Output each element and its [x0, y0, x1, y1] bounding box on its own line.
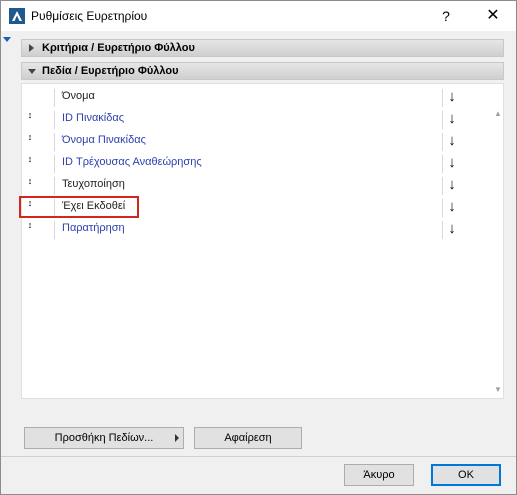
panel-toggle-arrow-icon[interactable]	[3, 37, 11, 42]
field-row[interactable]: ↕ Τευχοποίηση ↓	[22, 174, 488, 196]
column-divider	[54, 221, 55, 239]
criteria-section-label: Κριτήρια / Ευρετήριο Φύλλου	[42, 42, 195, 54]
window-title: Ρυθμίσεις Ευρετηρίου	[31, 9, 148, 23]
column-divider	[442, 133, 443, 151]
column-divider	[442, 155, 443, 173]
close-button[interactable]: ✕	[473, 5, 513, 27]
fields-section-header[interactable]: Πεδία / Ευρετήριο Φύλλου	[21, 62, 504, 80]
archicad-app-icon	[9, 8, 25, 24]
ok-button[interactable]: OK	[431, 464, 501, 486]
column-divider	[54, 111, 55, 129]
drag-handle-icon[interactable]: ↕	[25, 155, 35, 170]
sort-order-icon[interactable]: ↓	[444, 152, 460, 174]
fields-section-label: Πεδία / Ευρετήριο Φύλλου	[42, 65, 179, 77]
sort-order-icon[interactable]: ↓	[444, 196, 460, 218]
field-name: Τευχοποίηση	[62, 178, 125, 190]
scroll-down-icon[interactable]: ▼	[493, 386, 503, 394]
column-divider	[442, 89, 443, 107]
field-row[interactable]: Όνομα ↓	[22, 86, 488, 108]
drag-handle-icon[interactable]: ↕	[25, 133, 35, 148]
field-row[interactable]: ↕ Έχει Εκδοθεί ↓	[19, 196, 488, 218]
drag-handle-icon[interactable]: ↕	[25, 221, 35, 236]
field-row[interactable]: ↕ ID Τρέχουσας Αναθεώρησης ↓	[22, 152, 488, 174]
criteria-section-header[interactable]: Κριτήρια / Ευρετήριο Φύλλου	[21, 39, 504, 57]
field-row[interactable]: ↕ Όνομα Πινακίδας ↓	[22, 130, 488, 152]
field-name: Παρατήρηση	[62, 222, 125, 234]
submenu-arrow-icon	[175, 434, 179, 442]
add-fields-button[interactable]: Προσθήκη Πεδίων...	[24, 427, 184, 449]
field-row[interactable]: ↕ Παρατήρηση ↓	[22, 218, 488, 240]
field-row[interactable]: ↕ ID Πινακίδας ↓	[22, 108, 488, 130]
column-divider	[442, 199, 443, 217]
column-divider	[54, 177, 55, 195]
field-name: Όνομα Πινακίδας	[62, 134, 146, 146]
collapse-arrow-icon	[28, 69, 36, 74]
remove-button[interactable]: Αφαίρεση	[194, 427, 302, 449]
sort-order-icon[interactable]: ↓	[444, 174, 460, 196]
sort-order-icon[interactable]: ↓	[444, 218, 460, 240]
expand-arrow-icon	[29, 44, 34, 52]
help-button[interactable]: ?	[431, 5, 461, 27]
sort-order-icon[interactable]: ↓	[444, 86, 460, 108]
highlight-box	[19, 196, 139, 218]
column-divider	[442, 111, 443, 129]
sort-order-icon[interactable]: ↓	[444, 130, 460, 152]
cancel-button[interactable]: Άκυρο	[344, 464, 414, 486]
field-name: ID Τρέχουσας Αναθεώρησης	[62, 156, 202, 168]
field-name: Όνομα	[62, 90, 95, 102]
column-divider	[54, 155, 55, 173]
sort-order-icon[interactable]: ↓	[444, 108, 460, 130]
add-fields-label: Προσθήκη Πεδίων...	[54, 432, 154, 444]
settings-dialog: Ρυθμίσεις Ευρετηρίου ? ✕ Κριτήρια / Ευρε…	[0, 0, 517, 495]
fields-list: Όνομα ↓ ↕ ID Πινακίδας ↓ ↕ Όνομα Πινακίδας ↓ ↕ ID…	[19, 83, 504, 399]
column-divider	[442, 177, 443, 195]
column-divider	[442, 221, 443, 239]
scroll-up-icon[interactable]: ▲	[493, 110, 503, 118]
drag-handle-icon[interactable]: ↕	[25, 177, 35, 192]
title-bar: Ρυθμίσεις Ευρετηρίου ? ✕	[1, 1, 516, 31]
column-divider	[54, 89, 55, 107]
drag-handle-icon[interactable]: ↕	[25, 111, 35, 126]
field-name: ID Πινακίδας	[62, 112, 125, 124]
column-divider	[54, 133, 55, 151]
